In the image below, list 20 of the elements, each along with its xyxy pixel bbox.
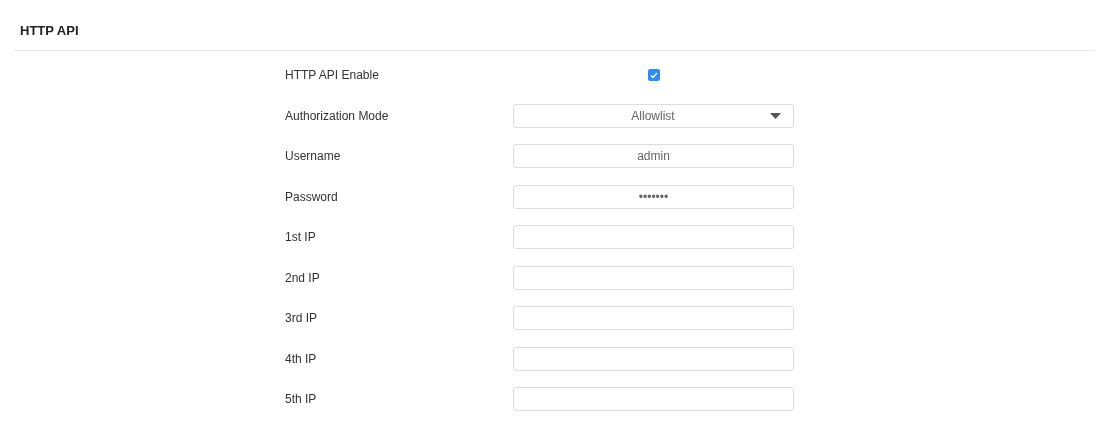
input-field[interactable] [513, 306, 794, 331]
field-label: 3rd IP [285, 311, 318, 326]
field-label: Password [285, 189, 339, 204]
checkbox[interactable] [647, 69, 660, 82]
mode-dropdown[interactable]: Allowlist [513, 103, 794, 128]
field-label: 1st IP [285, 230, 317, 245]
section-title: HTTP API [20, 23, 79, 38]
field-label: HTTP API Enable [285, 68, 380, 83]
field-label: Username [285, 149, 342, 164]
field-label: 2nd IP [285, 270, 321, 285]
input-field[interactable] [513, 225, 794, 250]
input-field[interactable] [513, 387, 794, 412]
input-field[interactable]: ••••••• [513, 184, 794, 209]
input-field[interactable]: admin [513, 144, 794, 169]
field-label: Authorization Mode [285, 108, 390, 123]
input-field[interactable] [513, 346, 794, 371]
caret-icon [770, 112, 781, 119]
input-field[interactable] [513, 265, 794, 290]
field-label: 5th IP [285, 392, 318, 407]
field-label: 4th IP [285, 351, 318, 366]
